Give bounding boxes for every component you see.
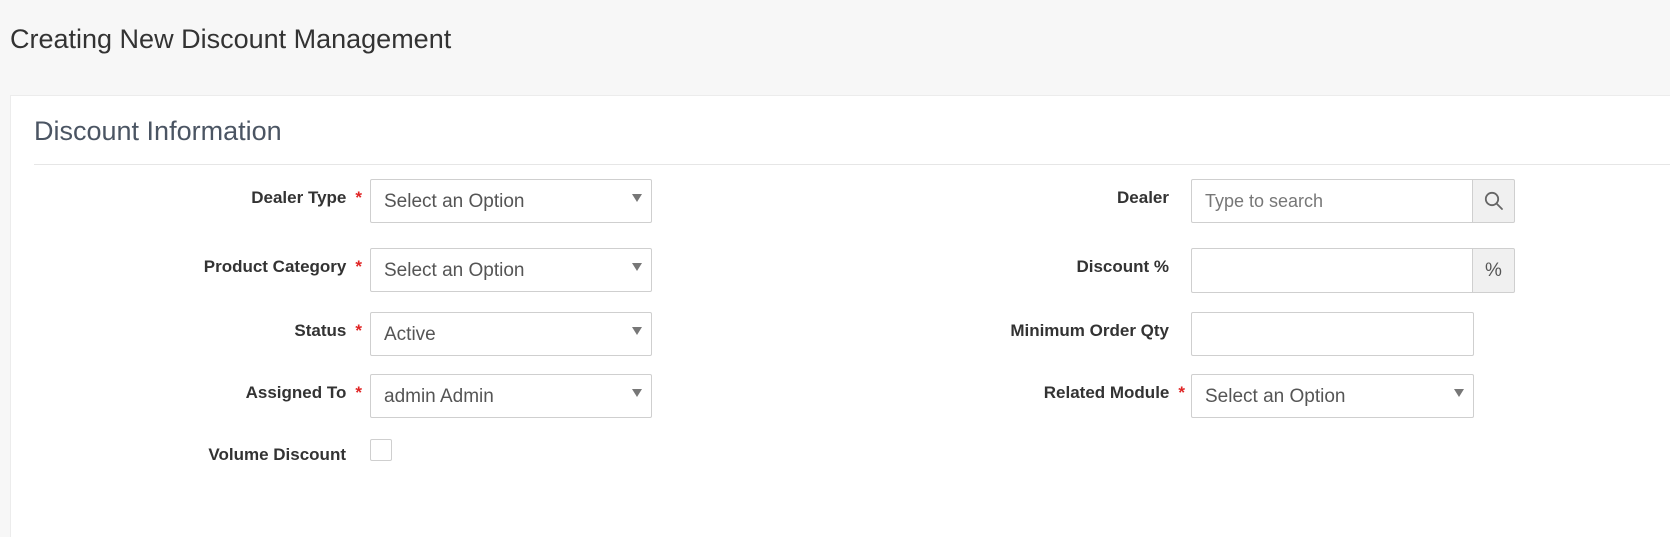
related-module-value: Select an Option: [1205, 386, 1346, 407]
dealer-type-label: Dealer Type *: [251, 188, 362, 208]
page-title: Creating New Discount Management: [10, 24, 452, 54]
chevron-down-icon: [632, 263, 642, 271]
product-category-value: Select an Option: [384, 260, 525, 281]
status-label: Status *: [294, 321, 362, 341]
dealer-search-input[interactable]: [1191, 179, 1474, 223]
percent-addon: %: [1472, 248, 1515, 293]
status-value: Active: [384, 324, 436, 345]
chevron-down-icon: [632, 194, 642, 202]
volume-discount-checkbox[interactable]: [370, 439, 392, 461]
percent-addon-text: %: [1485, 260, 1502, 281]
required-marker: *: [355, 188, 362, 207]
dealer-label: Dealer: [1117, 188, 1169, 207]
minimum-order-qty-label: Minimum Order Qty: [1010, 321, 1169, 340]
chevron-down-icon: [632, 327, 642, 335]
required-marker: *: [355, 257, 362, 276]
dealer-type-value: Select an Option: [384, 191, 525, 212]
product-category-label: Product Category *: [204, 257, 362, 277]
minimum-order-qty-input[interactable]: [1191, 312, 1474, 356]
assigned-to-select[interactable]: admin Admin: [370, 374, 652, 418]
assigned-to-label: Assigned To *: [246, 383, 362, 403]
section-title: Discount Information: [34, 116, 282, 146]
chevron-down-icon: [1454, 389, 1464, 397]
related-module-label: Related Module *: [1044, 383, 1185, 403]
product-category-select[interactable]: Select an Option: [370, 248, 652, 292]
chevron-down-icon: [632, 389, 642, 397]
required-marker: *: [355, 321, 362, 340]
required-marker: *: [1178, 383, 1185, 402]
volume-discount-label: Volume Discount: [208, 445, 346, 464]
section-divider: [34, 164, 1670, 165]
product-category-label-text: Product Category: [203, 257, 347, 276]
dealer-search-button[interactable]: [1472, 179, 1515, 223]
related-module-label-text: Related Module: [1043, 383, 1170, 402]
dealer-type-select[interactable]: Select an Option: [370, 179, 652, 223]
assigned-to-label-text: Assigned To: [245, 383, 347, 402]
status-label-text: Status: [294, 321, 347, 340]
discount-percent-label: Discount %: [1076, 257, 1169, 276]
discount-percent-input[interactable]: [1191, 248, 1474, 293]
required-marker: *: [355, 383, 362, 402]
dealer-type-label-text: Dealer Type: [251, 188, 347, 207]
discount-information-panel: Discount Information Dealer Type * Select…: [10, 95, 1670, 537]
search-icon: [1484, 191, 1503, 210]
related-module-select[interactable]: Select an Option: [1191, 374, 1474, 418]
status-select[interactable]: Active: [370, 312, 652, 356]
assigned-to-value: admin Admin: [384, 386, 494, 407]
